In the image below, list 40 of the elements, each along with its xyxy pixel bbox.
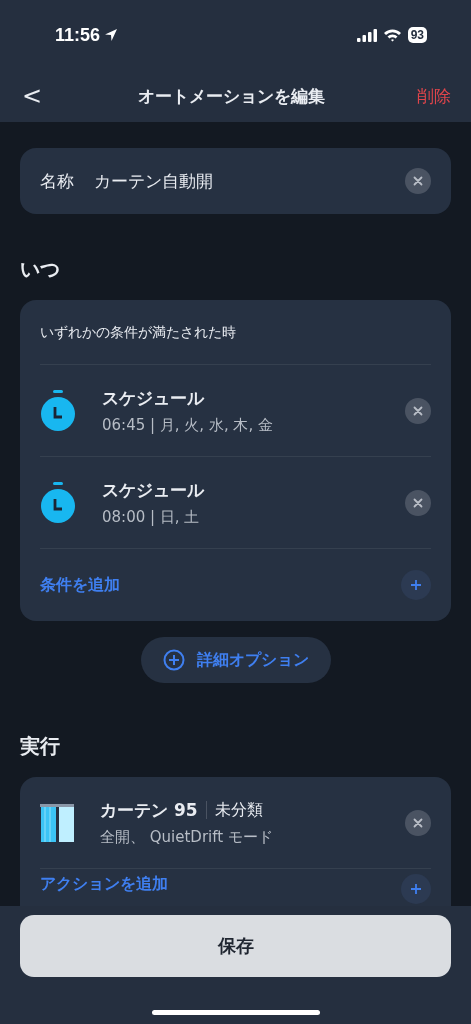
- remove-button[interactable]: [405, 809, 431, 836]
- stopwatch-icon: [40, 389, 76, 432]
- remove-button[interactable]: [405, 397, 431, 424]
- add-button[interactable]: [401, 874, 431, 904]
- advanced-options-button[interactable]: 詳細オプション: [140, 637, 331, 683]
- status-time: 11:56: [55, 24, 101, 46]
- plus-circle-icon: [162, 649, 185, 671]
- close-icon: [413, 817, 423, 828]
- plus-icon: [410, 579, 422, 591]
- add-button[interactable]: [401, 570, 431, 600]
- signal-icon: [356, 28, 377, 42]
- action-detail: 全開、 QuietDrift モード: [100, 827, 274, 847]
- wifi-icon: [382, 28, 402, 42]
- condition-detail: 06:45 | 月, 火, 水, 木, 金: [102, 415, 274, 435]
- clear-button[interactable]: [405, 168, 431, 194]
- add-condition-link[interactable]: 条件を追加: [40, 574, 120, 596]
- close-icon: [413, 176, 423, 186]
- condition-detail: 08:00 | 日, 土: [102, 507, 201, 527]
- battery-icon: 93: [407, 27, 427, 43]
- location-arrow-icon: [104, 28, 119, 42]
- stopwatch-icon: [40, 481, 76, 524]
- condition-title: スケジュール: [102, 386, 206, 410]
- add-action-link[interactable]: アクションを追加: [40, 874, 168, 895]
- section-heading: いつ: [20, 256, 61, 282]
- screen-title: オートメーションを編集: [138, 84, 326, 108]
- curtain-icon: [40, 803, 74, 842]
- condition-mode-text: いずれかの条件が満たされた時: [40, 300, 431, 365]
- remove-button[interactable]: [405, 489, 431, 516]
- name-field[interactable]: カーテン自動開: [94, 169, 405, 193]
- close-icon: [413, 405, 423, 416]
- close-icon: [413, 497, 423, 508]
- section-heading: 実行: [20, 733, 61, 759]
- save-button[interactable]: 保存: [20, 915, 451, 977]
- back-button[interactable]: <: [18, 82, 47, 110]
- name-label: 名称: [40, 169, 74, 193]
- condition-title: スケジュール: [102, 478, 206, 502]
- plus-icon: [410, 883, 422, 895]
- delete-button[interactable]: 削除: [417, 84, 451, 108]
- device-category: 未分類: [214, 799, 263, 821]
- device-name: カーテン 95: [100, 798, 198, 822]
